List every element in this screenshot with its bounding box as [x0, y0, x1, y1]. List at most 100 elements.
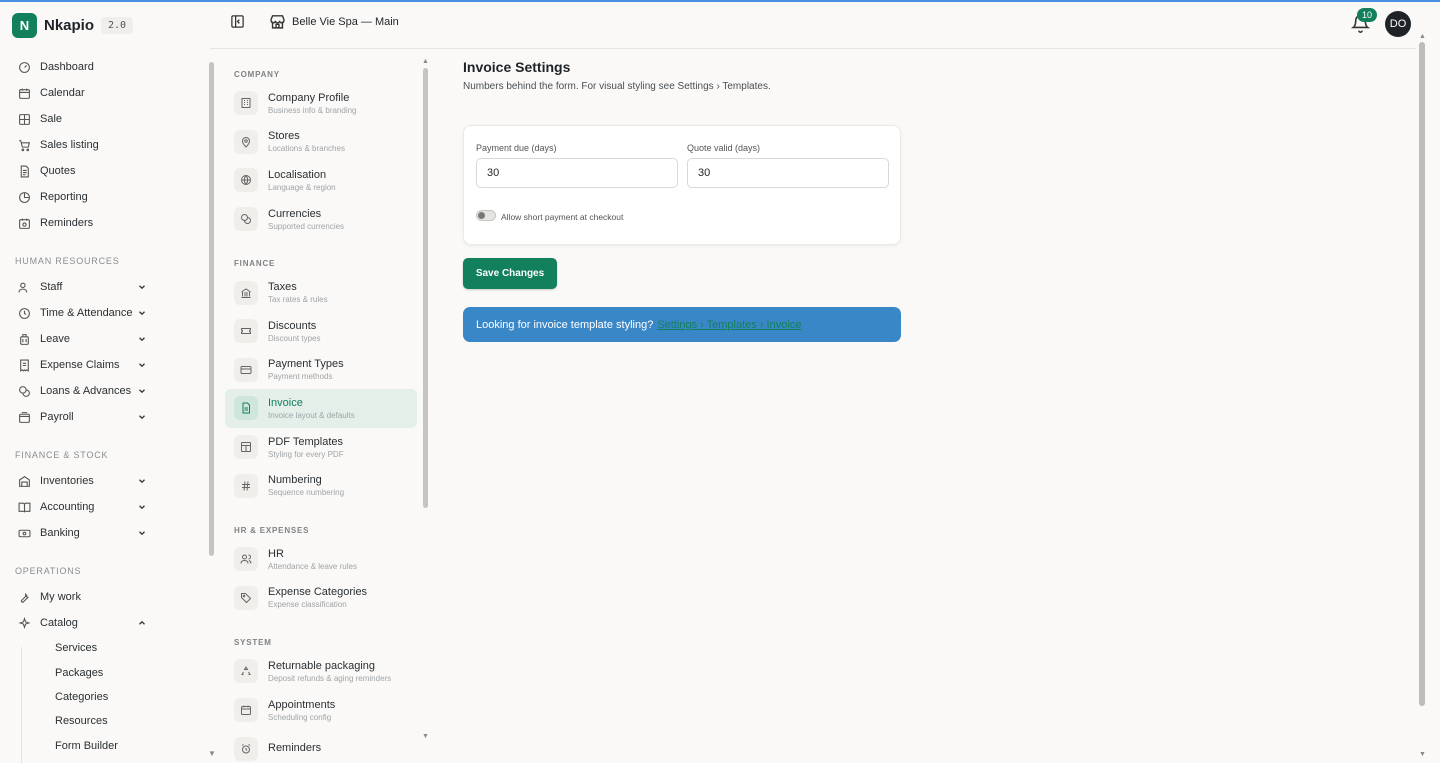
sidebar-item-staff[interactable]: Staff — [0, 274, 210, 300]
sidebar-item-label: Dashboard — [40, 61, 94, 73]
settings-item-invoice[interactable]: Invoice Invoice layout & defaults — [225, 389, 417, 428]
sidebar-item-accounting[interactable]: Accounting — [0, 494, 210, 520]
sidebar-item-inventories[interactable]: Inventories — [0, 468, 210, 494]
chevron-down-icon[interactable] — [137, 282, 147, 292]
calendar-icon — [18, 87, 31, 100]
store-selector[interactable]: Belle Vie Spa — Main — [269, 13, 399, 30]
settings-item-expense-categories[interactable]: Expense Categories Expense classification — [225, 579, 417, 618]
settings-item-title: Currencies — [268, 207, 322, 220]
settings-item-hr[interactable]: HR Attendance & leave rules — [225, 540, 417, 579]
settings-item-pdf-templates[interactable]: PDF Templates Styling for every PDF — [225, 428, 417, 467]
sidebar-item-catalog[interactable]: Catalog — [0, 610, 210, 636]
scroll-down-arrow-icon[interactable]: ▼ — [208, 749, 216, 758]
sidebar-item-expense-claims[interactable]: Expense Claims — [0, 352, 210, 378]
users-icon — [234, 547, 258, 572]
banknote-icon — [18, 527, 31, 540]
chevron-down-icon[interactable] — [137, 412, 147, 422]
sidebar-item-my-work[interactable]: My work — [0, 584, 210, 610]
brand[interactable]: N Nkapio 2.0 — [12, 13, 134, 38]
settings-item-title: Localisation — [268, 168, 327, 181]
page-title: Invoice Settings — [463, 59, 571, 75]
invoice-settings-card: Payment due (days) Quote valid (days) Al… — [463, 125, 901, 245]
sidebar-subitem-categories[interactable]: Categories — [0, 685, 210, 709]
settings-item-stores[interactable]: Stores Locations & branches — [225, 123, 417, 162]
short-payment-label: Allow short payment at checkout — [501, 212, 624, 222]
main-scrollbar[interactable] — [1419, 42, 1425, 706]
scroll-up-arrow-icon[interactable]: ▲ — [1419, 33, 1426, 40]
sidebar-item-loans-advances[interactable]: Loans & Advances — [0, 378, 210, 404]
wallet-icon — [18, 411, 31, 424]
chevron-down-icon[interactable] — [137, 476, 147, 486]
settings-item-returnable-packaging[interactable]: Returnable packaging Deposit refunds & ag… — [225, 652, 417, 691]
settings-item-subtitle: Attendance & leave rules — [268, 561, 357, 571]
recycle-icon — [234, 659, 258, 684]
settings-nav: COMPANY Company Profile Business info & b… — [225, 49, 421, 763]
chevron-down-icon[interactable] — [137, 502, 147, 512]
chevron-down-icon[interactable] — [137, 386, 147, 396]
sidebar-subitem-packages[interactable]: Packages — [0, 660, 210, 684]
section-label-operations: OPERATIONS — [15, 566, 82, 576]
receipt-icon — [18, 359, 31, 372]
sidebar-item-time-attendance[interactable]: Time & Attendance — [0, 300, 210, 326]
payment-due-input[interactable] — [476, 158, 678, 188]
sidebar-item-banking[interactable]: Banking — [0, 520, 210, 546]
sidebar-item-reminders[interactable]: Reminders — [0, 210, 210, 236]
settings-item-localisation[interactable]: Localisation Language & region — [225, 161, 417, 200]
sidebar-toggle-icon[interactable] — [230, 14, 245, 29]
sidebar-subitem-form-builder[interactable]: Form Builder — [0, 734, 210, 758]
sidebar-item-reporting[interactable]: Reporting — [0, 184, 210, 210]
settings-nav-scrollbar[interactable] — [423, 68, 428, 508]
sidebar-subitem-resources[interactable]: Resources — [0, 709, 210, 733]
short-payment-toggle[interactable] — [476, 210, 496, 221]
sidebar-item-label: Payroll — [40, 411, 74, 423]
hash-icon — [234, 473, 258, 498]
sidebar-item-sale[interactable]: Sale — [0, 106, 210, 132]
avatar[interactable]: DO — [1385, 11, 1411, 37]
ticket-icon — [234, 319, 258, 344]
sidebar-item-label: Catalog — [40, 617, 78, 629]
section-label-finance-stock: FINANCE & STOCK — [15, 450, 109, 460]
chevron-down-icon[interactable] — [137, 360, 147, 370]
chevron-up-icon[interactable] — [137, 618, 147, 628]
sidebar-subitem-services[interactable]: Services — [0, 636, 210, 660]
chevron-down-icon[interactable] — [137, 308, 147, 318]
scroll-down-arrow-icon[interactable]: ▼ — [1419, 751, 1426, 758]
settings-item-appointments[interactable]: Appointments Scheduling config — [225, 691, 417, 730]
settings-item-taxes[interactable]: Taxes Tax rates & rules — [225, 273, 417, 312]
templates-link[interactable]: Settings › Templates › Invoice — [657, 319, 801, 331]
settings-item-numbering[interactable]: Numbering Sequence numbering — [225, 466, 417, 505]
settings-item-discounts[interactable]: Discounts Discount types — [225, 312, 417, 351]
settings-item-payment-types[interactable]: Payment Types Payment methods — [225, 351, 417, 390]
scroll-down-arrow-icon[interactable]: ▼ — [422, 733, 429, 740]
luggage-icon — [18, 333, 31, 346]
chevron-down-icon[interactable] — [137, 334, 147, 344]
sidebar-item-label: Leave — [40, 333, 70, 345]
store-name: Belle Vie Spa — Main — [292, 15, 399, 28]
settings-group-finance: FINANCE — [234, 259, 276, 269]
sidebar-item-label: Reporting — [40, 191, 88, 203]
sidebar-item-calendar[interactable]: Calendar — [0, 80, 210, 106]
settings-item-title: Reminders — [268, 741, 322, 754]
settings-item-currencies[interactable]: Currencies Supported currencies — [225, 200, 417, 239]
scroll-up-arrow-icon[interactable]: ▲ — [422, 58, 429, 65]
top-accent-line — [0, 0, 1440, 2]
sidebar-item-label: Calendar — [40, 87, 85, 99]
chevron-down-icon[interactable] — [137, 528, 147, 538]
settings-item-subtitle: Payment methods — [268, 372, 333, 382]
sidebar-item-dashboard[interactable]: Dashboard — [0, 54, 210, 80]
document-icon — [18, 165, 31, 178]
save-button[interactable]: Save Changes — [463, 258, 557, 289]
sidebar-item-quotes[interactable]: Quotes — [0, 158, 210, 184]
globe-icon — [234, 168, 258, 193]
sidebar-item-payroll[interactable]: Payroll — [0, 404, 210, 430]
settings-item-title: HR — [268, 547, 284, 560]
subtree-line — [21, 647, 22, 763]
calendar-icon — [234, 698, 258, 723]
sidebar-item-label: My work — [40, 591, 81, 603]
settings-item-company-profile[interactable]: Company Profile Business info & branding — [225, 84, 417, 123]
sidebar-scrollbar[interactable] — [209, 62, 214, 556]
settings-item-reminders[interactable]: Reminders — [225, 729, 417, 763]
sidebar-item-sales-listing[interactable]: Sales listing — [0, 132, 210, 158]
sidebar-item-leave[interactable]: Leave — [0, 326, 210, 352]
quote-valid-input[interactable] — [687, 158, 889, 188]
